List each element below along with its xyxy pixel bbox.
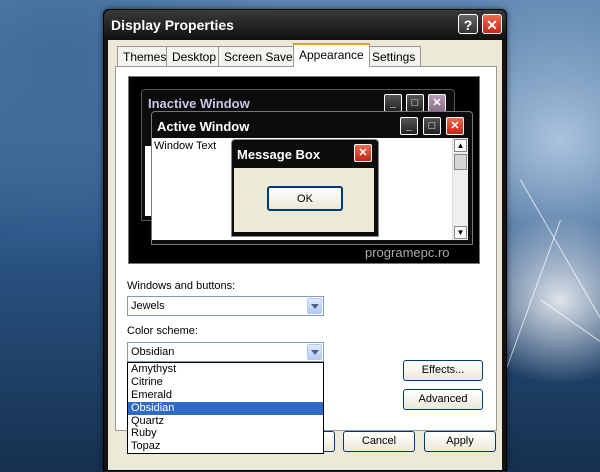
close-icon: ✕ <box>428 94 446 112</box>
scroll-thumb <box>454 154 467 170</box>
tab-label: Settings <box>372 50 416 64</box>
preview-scrollbar: ▲ ▼ <box>452 138 468 240</box>
windows-buttons-label: Windows and buttons: <box>127 280 236 292</box>
tab-themes[interactable]: Themes <box>117 46 173 66</box>
chevron-down-icon[interactable] <box>307 298 322 314</box>
minimize-icon: _ <box>400 117 418 135</box>
close-icon: ✕ <box>446 117 464 135</box>
apply-label: Apply <box>446 435 474 447</box>
color-scheme-value: Obsidian <box>131 346 175 358</box>
list-item[interactable]: Amythyst <box>128 363 323 376</box>
list-item[interactable]: Quartz <box>128 415 323 428</box>
tab-label: Screen Saver <box>224 50 297 64</box>
advanced-button[interactable]: Advanced <box>403 389 483 410</box>
scroll-up-icon: ▲ <box>454 139 467 152</box>
wallpaper-streak <box>498 220 561 390</box>
effects-label: Effects... <box>421 364 465 376</box>
list-item[interactable]: Emerald <box>128 389 323 402</box>
tab-label: Desktop <box>172 50 217 64</box>
active-window-title: Active Window <box>157 119 250 134</box>
chevron-down-icon[interactable] <box>307 344 322 360</box>
apply-button[interactable]: Apply <box>424 431 496 452</box>
window-text-sample: Window Text <box>154 140 217 152</box>
maximize-icon: □ <box>406 94 424 112</box>
color-scheme-select[interactable]: Obsidian <box>127 342 324 362</box>
close-icon: ✕ <box>486 17 498 33</box>
title-bar[interactable]: Display Properties ? ✕ <box>104 10 506 40</box>
close-icon: ✕ <box>354 144 372 162</box>
list-item[interactable]: Topaz <box>128 440 323 453</box>
appearance-preview: Inactive Window _ □ ✕ Active Window _ □ … <box>128 76 480 264</box>
color-scheme-label: Color scheme: <box>127 325 198 337</box>
ok-label: OK <box>297 193 313 205</box>
inactive-window-title: Inactive Window <box>148 96 250 111</box>
advanced-label: Advanced <box>418 393 468 405</box>
wallpaper-streak <box>540 299 600 392</box>
preview-ok-button: OK <box>267 186 343 211</box>
help-icon: ? <box>463 17 473 33</box>
scroll-down-icon: ▼ <box>454 226 467 239</box>
watermark: programepc.ro <box>365 245 450 260</box>
tab-settings[interactable]: Settings <box>366 46 422 66</box>
maximize-icon: □ <box>423 117 441 135</box>
tab-desktop[interactable]: Desktop <box>166 46 223 66</box>
help-button[interactable]: ? <box>458 14 478 34</box>
message-box-title: Message Box <box>237 147 321 162</box>
effects-button[interactable]: Effects... <box>403 360 483 381</box>
list-item-selected[interactable]: Obsidian <box>128 401 323 415</box>
tab-label: Themes <box>123 50 167 64</box>
color-scheme-dropdown-list: Amythyst Citrine Emerald Obsidian Quartz… <box>127 362 324 454</box>
windows-buttons-value: Jewels <box>131 300 165 312</box>
windows-buttons-select[interactable]: Jewels <box>127 296 324 316</box>
cancel-label: Cancel <box>361 435 397 447</box>
list-item[interactable]: Ruby <box>128 427 323 440</box>
tab-label: Appearance <box>299 48 364 62</box>
window-title: Display Properties <box>111 17 234 33</box>
close-button[interactable]: ✕ <box>482 14 502 34</box>
cancel-button[interactable]: Cancel <box>343 431 415 452</box>
minimize-icon: _ <box>384 94 402 112</box>
message-box-preview: Message Box ✕ OK <box>231 139 379 237</box>
message-box-body: OK <box>234 168 374 232</box>
list-item[interactable]: Citrine <box>128 376 323 389</box>
tab-appearance[interactable]: Appearance <box>293 43 370 67</box>
wallpaper-streak <box>520 179 600 354</box>
tab-screen-saver[interactable]: Screen Saver <box>218 46 303 66</box>
